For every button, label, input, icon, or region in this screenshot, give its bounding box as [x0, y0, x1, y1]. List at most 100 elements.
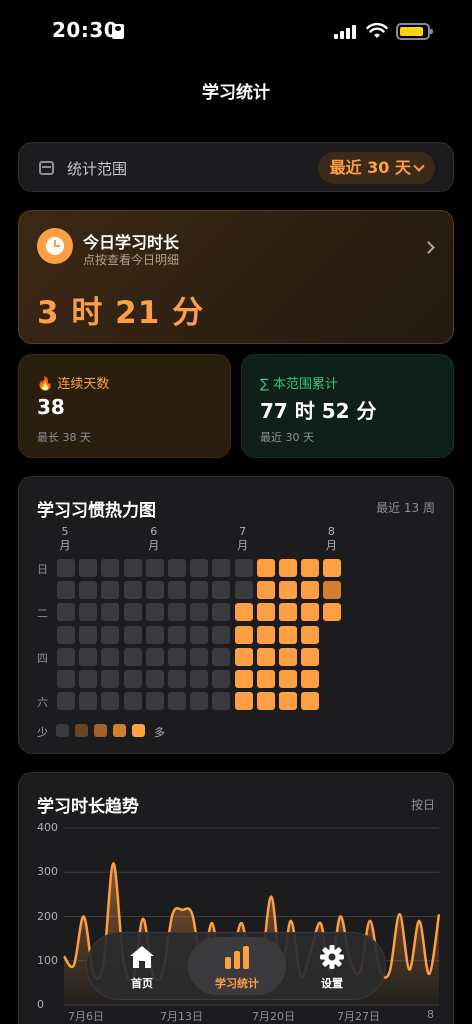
heatmap-cell[interactable] — [101, 670, 120, 688]
heatmap-cell[interactable] — [123, 647, 142, 666]
today-card[interactable]: 今日学习时长 点按查看今日明细 3 时 21 分 — [18, 210, 454, 344]
heatmap-cell[interactable] — [123, 670, 142, 688]
heatmap-cell[interactable] — [256, 670, 275, 688]
heatmap-cell[interactable] — [79, 692, 98, 711]
heatmap-cell[interactable] — [123, 692, 142, 711]
heatmap-cell[interactable] — [101, 647, 120, 666]
heatmap-cell[interactable] — [256, 603, 275, 622]
heatmap-cell[interactable] — [279, 559, 297, 577]
tab-settings-label: 设置 — [321, 977, 343, 990]
heatmap-cell[interactable] — [279, 625, 297, 644]
heatmap-cell[interactable] — [57, 559, 75, 577]
heatmap-cell[interactable] — [101, 692, 120, 711]
heatmap-cell[interactable] — [145, 647, 164, 666]
heatmap-cell[interactable] — [79, 647, 98, 666]
heatmap-cell[interactable] — [279, 603, 297, 622]
heatmap-cell[interactable] — [123, 581, 142, 600]
heatmap-cell[interactable] — [212, 647, 231, 666]
tab-settings[interactable]: 设置 — [283, 937, 381, 995]
heatmap-cell[interactable] — [212, 692, 231, 711]
heatmap-cell[interactable] — [57, 581, 75, 600]
heatmap-cell[interactable] — [323, 581, 342, 600]
heatmap-cell[interactable] — [101, 603, 120, 622]
heatmap-cell[interactable] — [279, 581, 297, 600]
heatmap-cell[interactable] — [279, 647, 297, 666]
heatmap-cell[interactable] — [301, 647, 320, 666]
heatmap-cell[interactable] — [79, 625, 98, 644]
heatmap-cell[interactable] — [279, 692, 297, 711]
heatmap-cell[interactable] — [79, 559, 98, 577]
heatmap-cell[interactable] — [301, 692, 320, 711]
heatmap-cell[interactable] — [57, 603, 75, 622]
heatmap-cell[interactable] — [212, 559, 231, 577]
heatmap-cell[interactable] — [101, 581, 120, 600]
heatmap-cell[interactable] — [145, 581, 164, 600]
heatmap-cell[interactable] — [168, 692, 186, 711]
heatmap-cell[interactable] — [57, 692, 75, 711]
heatmap-cell[interactable] — [234, 559, 253, 577]
heatmap-cell[interactable] — [57, 647, 75, 666]
range-select[interactable]: 最近 30 天 — [317, 152, 435, 184]
heatmap-cell[interactable] — [234, 670, 253, 688]
heatmap-cell[interactable] — [234, 692, 253, 711]
total-value: 77 时 52 分 — [260, 399, 377, 423]
heatmap-cell[interactable] — [301, 603, 320, 622]
heatmap-cell[interactable] — [190, 670, 209, 688]
heatmap-cell[interactable] — [123, 625, 142, 644]
heatmap-cell[interactable] — [123, 603, 142, 622]
heatmap-cell[interactable] — [323, 603, 342, 622]
heatmap-cell[interactable] — [301, 625, 320, 644]
heatmap-cell[interactable] — [279, 670, 297, 688]
heatmap-cell[interactable] — [190, 559, 209, 577]
heatmap-cell[interactable] — [145, 670, 164, 688]
heatmap-cell[interactable] — [168, 625, 186, 644]
heatmap-cell[interactable] — [212, 581, 231, 600]
heatmap-cell[interactable] — [123, 559, 142, 577]
legend-more: 多 — [154, 726, 165, 739]
heatmap-cell[interactable] — [301, 581, 320, 600]
heatmap-cell[interactable] — [168, 559, 186, 577]
x-tick-label: 7月13日 — [160, 1010, 203, 1023]
heatmap-cell[interactable] — [145, 625, 164, 644]
total-sub: 最近 30 天 — [260, 431, 314, 444]
heatmap-cell[interactable] — [212, 670, 231, 688]
heatmap-cell[interactable] — [256, 559, 275, 577]
heatmap-cell[interactable] — [234, 603, 253, 622]
tab-stats-label: 学习统计 — [215, 977, 259, 990]
heatmap-cell[interactable] — [234, 647, 253, 666]
heatmap-cell[interactable] — [190, 625, 209, 644]
heatmap-cell[interactable] — [168, 581, 186, 600]
tab-stats[interactable]: 学习统计 — [188, 937, 286, 995]
heatmap-cell[interactable] — [145, 603, 164, 622]
tab-home[interactable]: 首页 — [93, 937, 191, 995]
heatmap-cell[interactable] — [323, 559, 342, 577]
heatmap-cell[interactable] — [101, 625, 120, 644]
heatmap-cell[interactable] — [190, 581, 209, 600]
heatmap-cell[interactable] — [190, 647, 209, 666]
heatmap-cell[interactable] — [234, 581, 253, 600]
heatmap-cell[interactable] — [256, 581, 275, 600]
heatmap-cell[interactable] — [190, 692, 209, 711]
heatmap-cell[interactable] — [168, 647, 186, 666]
heatmap-cell[interactable] — [168, 670, 186, 688]
heatmap-cell[interactable] — [168, 603, 186, 622]
heatmap-cell[interactable] — [79, 670, 98, 688]
heatmap-cell[interactable] — [57, 670, 75, 688]
heatmap-cell[interactable] — [256, 625, 275, 644]
heatmap-cell[interactable] — [234, 625, 253, 644]
heatmap-cell[interactable] — [212, 603, 231, 622]
heatmap-cell[interactable] — [301, 559, 320, 577]
heatmap-cell[interactable] — [301, 670, 320, 688]
heatmap-cell[interactable] — [79, 581, 98, 600]
heatmap-cell[interactable] — [256, 692, 275, 711]
heatmap-cell[interactable] — [190, 603, 209, 622]
heatmap-cell[interactable] — [256, 647, 275, 666]
heatmap-cell[interactable] — [145, 559, 164, 577]
heatmap-cell[interactable] — [145, 692, 164, 711]
today-title: 今日学习时长 — [83, 233, 180, 252]
heatmap-cell[interactable] — [212, 625, 231, 644]
heatmap-cell[interactable] — [79, 603, 98, 622]
wifi-icon — [366, 22, 388, 38]
heatmap-cell[interactable] — [101, 559, 120, 577]
heatmap-cell[interactable] — [57, 625, 75, 644]
